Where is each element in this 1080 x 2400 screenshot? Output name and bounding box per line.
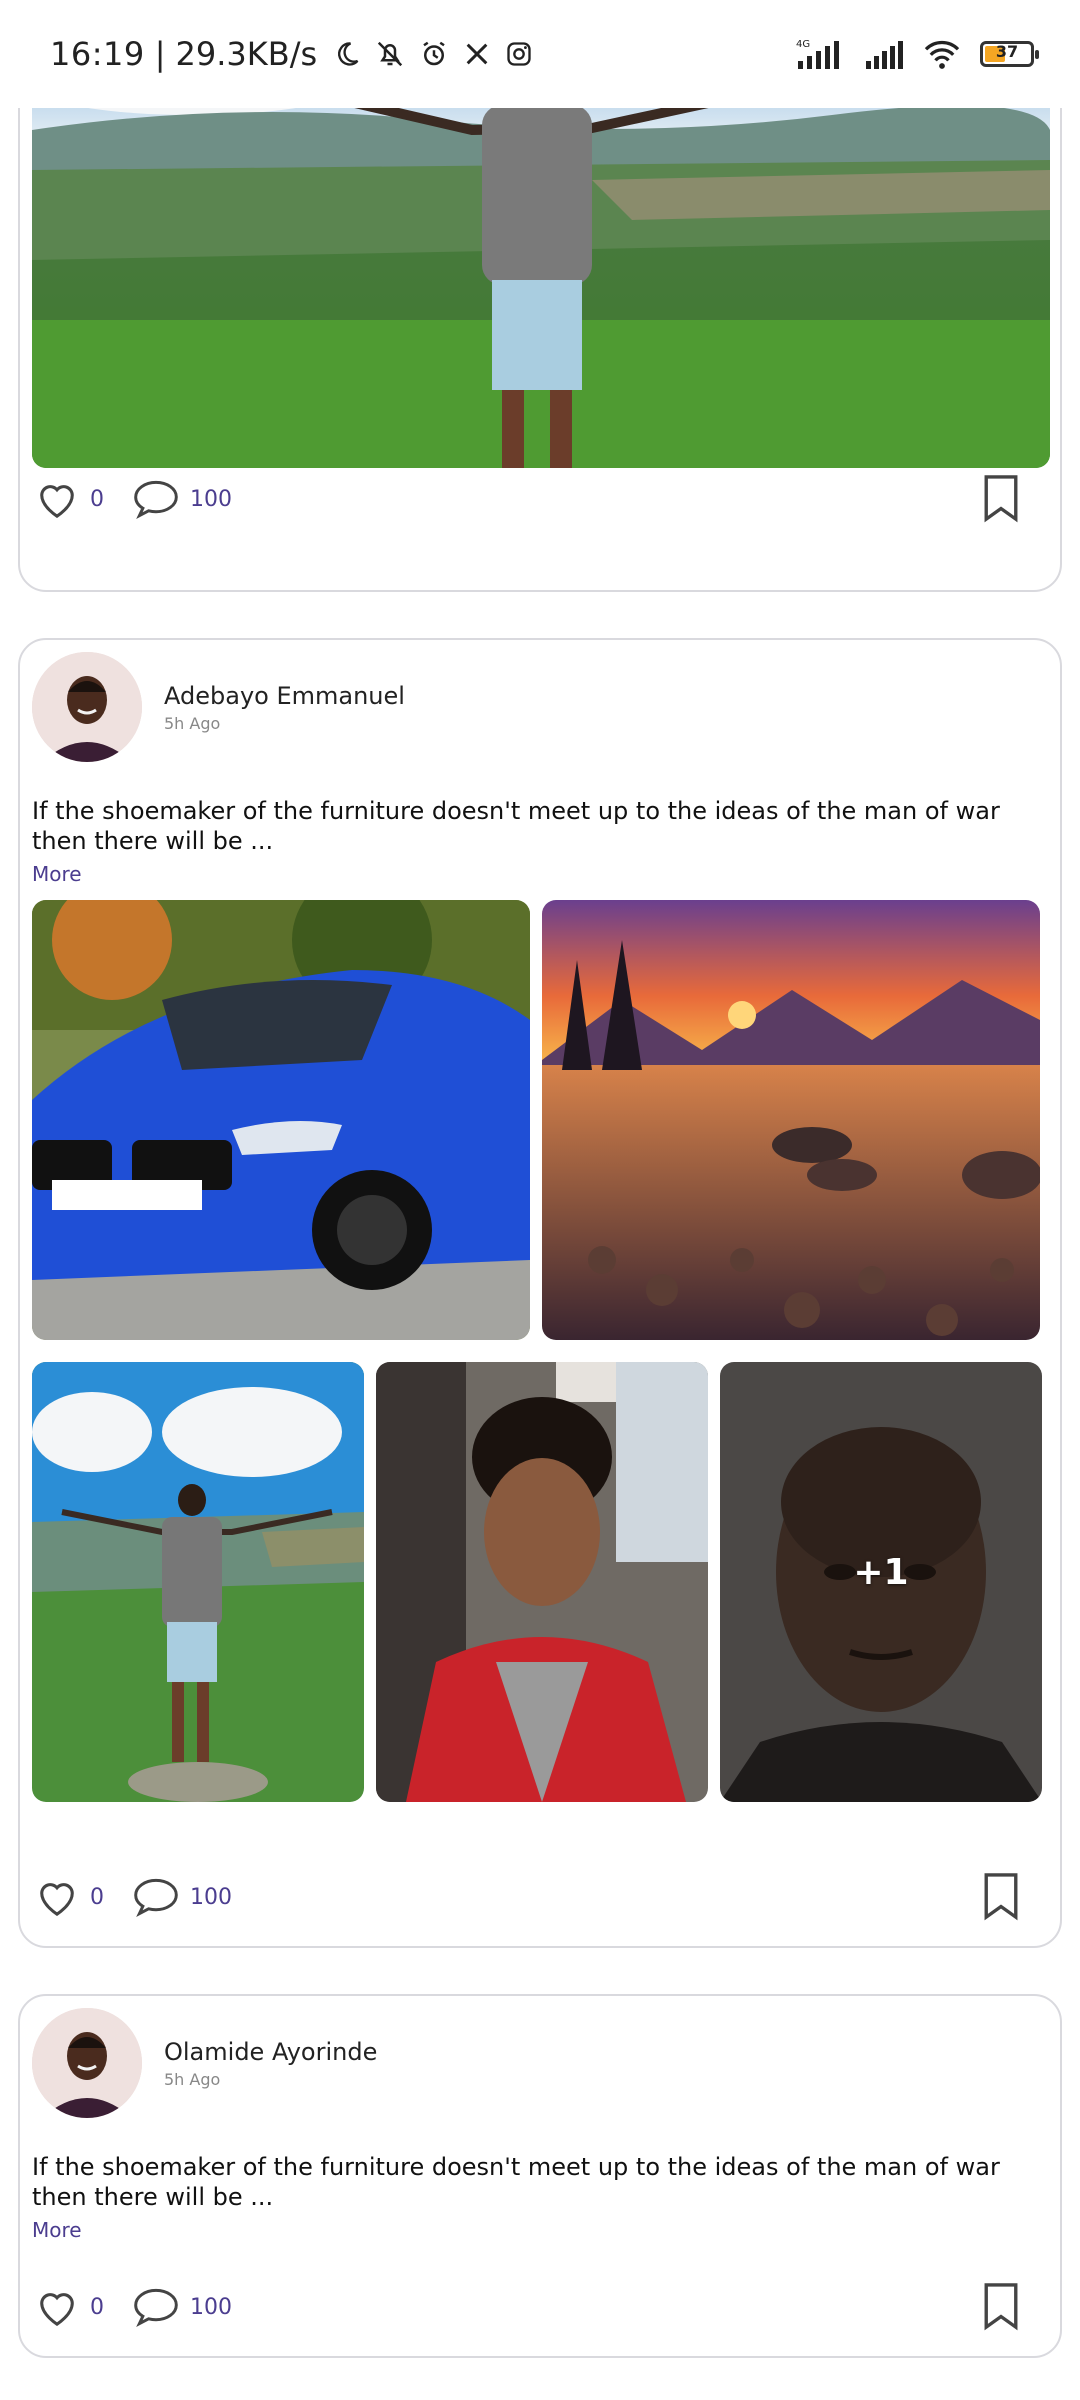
svg-text:4G: 4G (796, 39, 810, 50)
wifi-icon (924, 40, 960, 69)
post-text: If the shoemaker of the furniture doesn'… (32, 797, 1000, 855)
comment-count: 100 (190, 2294, 232, 2320)
post-image-older-man[interactable]: +1 (720, 1362, 1042, 1802)
status-divider: | (154, 35, 166, 73)
post-image[interactable] (32, 62, 1050, 468)
avatar[interactable] (32, 2008, 142, 2118)
extra-images-count: +1 (853, 1552, 909, 1593)
comment-button[interactable]: 100 (132, 2286, 232, 2328)
like-button[interactable]: 0 (34, 2286, 104, 2328)
x-logo-icon (466, 43, 488, 65)
instagram-icon (507, 42, 531, 66)
bookmark-icon (984, 475, 1018, 523)
comment-count: 100 (190, 486, 232, 512)
like-button[interactable]: 0 (34, 1876, 104, 1918)
author-info: Adebayo Emmanuel 5h Ago (164, 682, 405, 733)
signal-4g-icon: 4G (796, 39, 839, 69)
post-image-young-man[interactable] (376, 1362, 708, 1802)
post-actions: 0 100 (20, 1870, 1060, 1930)
post-time: 5h Ago (164, 2069, 221, 2089)
post-text: If the shoemaker of the furniture doesn'… (32, 2153, 1000, 2211)
bell-off-icon (378, 41, 403, 67)
author-info: Olamide Ayorinde 5h Ago (164, 2038, 377, 2089)
status-bar: 16:19 | 29.3KB/s 4G 37 (0, 0, 1080, 108)
battery-percent: 37 (995, 42, 1019, 61)
post-actions: 0 100 (20, 2280, 1060, 2340)
comment-button[interactable]: 100 (132, 478, 232, 520)
comment-count: 100 (190, 1884, 232, 1910)
status-bar-left: 16:19 | 29.3KB/s (50, 35, 533, 73)
heart-icon (40, 2293, 74, 2326)
post-actions: 0 100 (20, 472, 1060, 532)
more-link[interactable]: More (32, 862, 82, 886)
battery-icon: 37 (980, 41, 1039, 67)
comment-icon (134, 480, 178, 519)
avatar[interactable] (32, 652, 142, 762)
status-icons (333, 39, 533, 69)
comment-button[interactable]: 100 (132, 1876, 232, 1918)
post-image-man-cliff[interactable] (32, 1362, 364, 1802)
like-count: 0 (90, 1884, 104, 1910)
author-name[interactable]: Adebayo Emmanuel (164, 682, 405, 710)
post-time: 5h Ago (164, 713, 221, 733)
like-button[interactable]: 0 (34, 478, 104, 520)
more-link[interactable]: More (32, 2218, 82, 2242)
post-image-lake[interactable] (542, 900, 1040, 1340)
bookmark-button[interactable] (982, 472, 1020, 528)
bookmark-button[interactable] (982, 1870, 1020, 1926)
author-name[interactable]: Olamide Ayorinde (164, 2038, 377, 2066)
like-count: 0 (90, 486, 104, 512)
alarm-icon (423, 41, 445, 66)
post-image-car[interactable] (32, 900, 530, 1340)
post-card: Adebayo Emmanuel 5h Ago If the shoemaker… (18, 638, 1062, 1948)
heart-icon (40, 485, 74, 518)
comment-icon (134, 2288, 178, 2327)
bookmark-button[interactable] (982, 2280, 1020, 2336)
moon-icon (338, 42, 359, 66)
status-net-speed: 29.3KB/s (175, 35, 318, 73)
post-header: Olamide Ayorinde 5h Ago (32, 2008, 377, 2118)
heart-icon (40, 1883, 74, 1916)
post-header: Adebayo Emmanuel 5h Ago (32, 652, 405, 762)
comment-icon (134, 1878, 178, 1917)
bookmark-icon (984, 1873, 1018, 1921)
status-bar-right: 4G 37 (794, 37, 1039, 71)
signal-icon (866, 41, 903, 69)
post-card: 0 100 (18, 60, 1062, 592)
like-count: 0 (90, 2294, 104, 2320)
bookmark-icon (984, 2283, 1018, 2331)
status-time: 16:19 (50, 35, 145, 73)
post-card: Olamide Ayorinde 5h Ago If the shoemaker… (18, 1994, 1062, 2358)
